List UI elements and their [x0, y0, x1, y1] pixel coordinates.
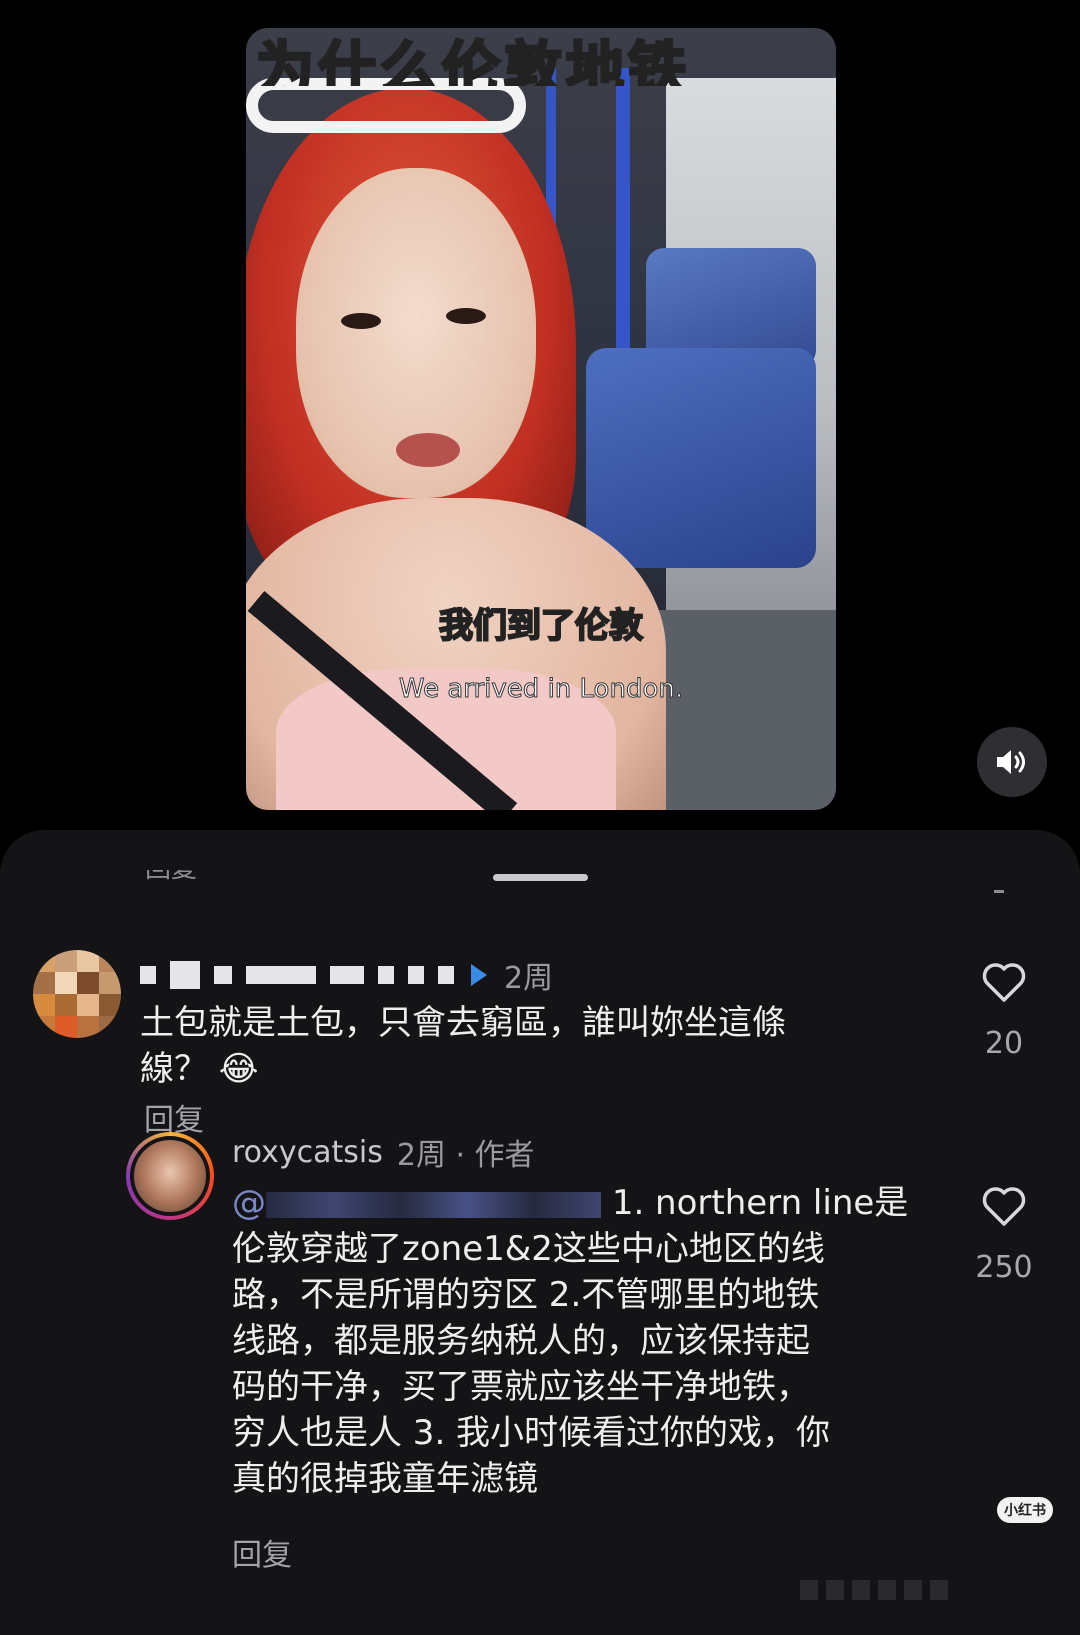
comment-text-line: 线路，都是服务纳税人的，应该保持起 [232, 1321, 810, 1361]
redacted-footer [800, 1580, 1060, 1610]
reply-button[interactable]: 回复 [232, 1530, 292, 1574]
comments-sheet: 回复 2周 土包就是土包，只會去窮區，誰叫妳坐這條 線？ 😂 回复 20 [0, 830, 1080, 1635]
subtitle-chinese: 我们到了伦敦 [438, 605, 644, 647]
video-area: 为什么伦敦地铁 我们到了伦敦 We arrived in London. [0, 0, 1080, 830]
train-seat [586, 348, 816, 568]
comment-text: 線？ 😂 [140, 1049, 259, 1089]
video-title-banner: 为什么伦敦地铁 [256, 34, 691, 87]
volume-button[interactable] [977, 727, 1047, 797]
person-eye [341, 313, 381, 329]
mention-link[interactable]: @ [232, 1183, 601, 1223]
video-player[interactable]: 为什么伦敦地铁 我们到了伦敦 We arrived in London. [246, 28, 836, 810]
subtitle-english: We arrived in London. [398, 674, 684, 705]
like-control: 250 [964, 1186, 1044, 1285]
previous-reply-label: 回复 [145, 870, 205, 880]
sunglasses [246, 78, 526, 133]
avatar[interactable] [126, 1132, 214, 1220]
heart-icon[interactable] [981, 962, 1027, 1004]
username-redacted[interactable]: 2周 [140, 955, 554, 996]
verified-icon [471, 964, 487, 986]
sheet-drag-handle[interactable] [493, 874, 588, 881]
person-mouth [396, 433, 460, 467]
comment-text-line: @ 1. northern line是 [232, 1183, 909, 1223]
comment-text-line: 路，不是所谓的穷区 2.不管哪里的地铁 [232, 1275, 820, 1315]
comment-text-line: 穷人也是人 3. 我小时候看过你的戏，你 [232, 1413, 831, 1453]
like-count: 250 [975, 1250, 1033, 1285]
comment-text-line: 真的很掉我童年滤镜 [232, 1459, 538, 1499]
comment-time: 2周 [504, 961, 554, 996]
comment-text-line: 伦敦穿越了zone1&2这些中心地区的线 [232, 1229, 825, 1269]
comment-text: 土包就是土包，只會去窮區，誰叫妳坐這條 [140, 1003, 786, 1043]
chevron-down-icon[interactable] [994, 884, 1004, 893]
heart-icon[interactable] [981, 1186, 1027, 1228]
volume-icon [997, 750, 1025, 774]
comment-username[interactable]: roxycatsis [232, 1135, 383, 1170]
comment-text-line: 码的干净，买了票就应该坐干净地铁， [232, 1367, 810, 1407]
like-count: 20 [984, 1026, 1024, 1061]
like-control: 20 [964, 962, 1044, 1061]
app-watermark: 小红书 [997, 1497, 1053, 1523]
comment-time: 2周 · 作者 [396, 1138, 535, 1173]
person-eye [446, 308, 486, 324]
avatar[interactable] [33, 950, 121, 1038]
